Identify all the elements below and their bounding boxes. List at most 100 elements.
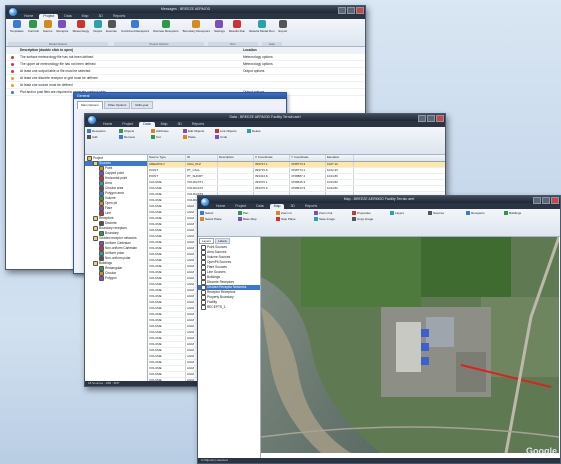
ribbon-button[interactable]: Base Map — [238, 216, 276, 222]
ribbon-button[interactable]: Select Place — [200, 216, 238, 222]
table-cell[interactable]: VOLUME — [148, 204, 186, 209]
table-cell[interactable]: VOLUME — [148, 198, 186, 203]
minimize-icon[interactable] — [338, 7, 346, 14]
close-icon[interactable] — [436, 115, 444, 122]
table-cell[interactable]: VOLRGST2 — [186, 186, 218, 191]
ribbon-button[interactable]: Add — [87, 134, 119, 140]
table-cell[interactable]: POINT — [148, 168, 186, 173]
table-cell[interactable]: VOLUME — [148, 234, 186, 239]
ribbon-button[interactable]: Templates — [10, 20, 24, 33]
tab-multi-year[interactable]: Multi-year — [131, 101, 153, 109]
table-cell[interactable]: VOLUME — [148, 336, 186, 341]
ribbon-button[interactable]: Source — [43, 20, 52, 33]
table-cell[interactable]: VOLUME — [148, 252, 186, 257]
ribbon-button[interactable]: Cut — [151, 134, 183, 140]
table-cell[interactable]: VOLUME — [148, 318, 186, 323]
table-cell[interactable]: VOLUME — [148, 324, 186, 329]
table-cell[interactable]: VOLUME — [148, 192, 186, 197]
table-cell[interactable]: 393715.6 — [254, 168, 290, 173]
maximize-icon[interactable] — [542, 197, 550, 204]
table-cell[interactable]: CHG_PLZ — [186, 162, 218, 167]
table-cell[interactable]: VOLUME — [148, 348, 186, 353]
ribbon-button[interactable]: Results Model Run — [249, 20, 275, 33]
table-cell[interactable] — [218, 186, 254, 191]
table-cell[interactable]: VOLUME — [148, 264, 186, 269]
ribbon-button[interactable]: Meteorology — [73, 20, 89, 33]
ribbon-button[interactable]: Execute — [106, 20, 117, 33]
message-row[interactable]: The surface meteorology file has not bee… — [6, 54, 365, 61]
ribbon-button[interactable]: Remove — [119, 134, 151, 140]
ribbon-button[interactable]: Receptors — [466, 210, 504, 216]
table-cell[interactable]: VOLUME — [148, 306, 186, 311]
table-cell[interactable]: VOLUME — [148, 342, 186, 347]
table-cell[interactable] — [218, 162, 254, 167]
table-cell[interactable] — [218, 174, 254, 179]
table-cell[interactable]: VOLUME — [148, 372, 186, 377]
column-header[interactable]: X Coordinate — [254, 155, 290, 161]
table-cell[interactable]: 393727.1 — [254, 162, 290, 167]
table-cell[interactable]: VOLUME — [148, 258, 186, 263]
table-cell[interactable]: VOLUME — [148, 240, 186, 245]
tab-layers[interactable]: Layers — [199, 238, 215, 244]
tab-main-options[interactable]: Main Options — [77, 101, 103, 109]
column-header[interactable]: Elevation — [326, 155, 354, 161]
table-cell[interactable]: PT_SHORT — [186, 174, 218, 179]
table-cell[interactable]: VOLUME — [148, 294, 186, 299]
table-cell[interactable]: AREAPOLY — [148, 162, 186, 167]
minimize-icon[interactable] — [418, 115, 426, 122]
layer-checkbox[interactable] — [201, 305, 206, 310]
ribbon-button[interactable]: Save Image — [314, 216, 352, 222]
table-cell[interactable]: 4768887.4 — [290, 174, 326, 179]
table-cell[interactable]: VOLUME — [148, 360, 186, 365]
ribbon-button[interactable]: Combined Receptors — [121, 20, 149, 33]
table-cell[interactable]: 1027.12 — [326, 162, 354, 167]
table-cell[interactable]: VOLUME — [148, 330, 186, 335]
table-cell[interactable]: 4768625.3 — [290, 180, 326, 185]
ribbon-button[interactable]: Controls — [28, 20, 39, 33]
message-row[interactable]: At least one discrete receptor or grid m… — [6, 75, 365, 82]
table-cell[interactable]: VOLUME — [148, 210, 186, 215]
table-cell[interactable]: 1044.82 — [326, 180, 354, 185]
tree-node[interactable]: Polygon — [85, 276, 147, 281]
close-icon[interactable] — [551, 197, 559, 204]
table-cell[interactable]: 393434.9 — [254, 174, 290, 179]
table-cell[interactable]: VOLUME — [148, 270, 186, 275]
table-cell[interactable]: 4768774.1 — [290, 168, 326, 173]
table-cell[interactable]: VOLUME — [148, 288, 186, 293]
ribbon-button[interactable]: Copy Image — [352, 216, 390, 222]
ribbon-button[interactable]: Undo — [215, 134, 247, 140]
ribbon-button[interactable]: Receptor — [56, 20, 69, 33]
ribbon-button[interactable]: Settings — [214, 20, 225, 33]
column-header[interactable]: Description — [218, 155, 254, 161]
column-header[interactable]: ID — [186, 155, 218, 161]
tab-other-options[interactable]: Other Options — [103, 101, 131, 109]
table-cell[interactable]: VOLUME — [148, 300, 186, 305]
table-cell[interactable]: 4768773.3 — [290, 162, 326, 167]
table-cell[interactable]: VOLUME — [148, 282, 186, 287]
table-cell[interactable]: VOLUME — [148, 180, 186, 185]
ribbon-button[interactable]: Stop Place — [276, 216, 314, 222]
table-cell[interactable]: VOLUME — [148, 276, 186, 281]
table-cell[interactable]: POINT — [148, 174, 186, 179]
satellite-map[interactable]: Google — [261, 237, 560, 458]
message-row[interactable]: The upper air meteorology file has not b… — [6, 61, 365, 68]
table-cell[interactable]: 1022.33 — [326, 168, 354, 173]
ribbon-button[interactable]: Sources — [428, 210, 466, 216]
ribbon-button[interactable]: Delete — [247, 128, 279, 134]
table-cell[interactable]: 4768613.9 — [290, 186, 326, 191]
ribbon-button[interactable]: Paste — [183, 134, 215, 140]
table-cell[interactable]: VOLRGST1 — [186, 180, 218, 185]
ribbon-button[interactable]: Buildings — [504, 210, 542, 216]
table-cell[interactable] — [218, 168, 254, 173]
maximize-icon[interactable] — [347, 7, 355, 14]
layer-item[interactable]: RECEPTS_1 — [198, 305, 260, 310]
ribbon-button[interactable]: Results Run — [229, 20, 245, 33]
ribbon-button[interactable]: Layers — [390, 210, 428, 216]
minimize-icon[interactable] — [533, 197, 541, 204]
table-cell[interactable]: 1044.86 — [326, 174, 354, 179]
table-cell[interactable] — [218, 180, 254, 185]
table-cell[interactable]: VOLUME — [148, 354, 186, 359]
close-icon[interactable] — [356, 7, 364, 14]
column-header[interactable]: Y Coordinate — [290, 155, 326, 161]
tab-labels[interactable]: Labels — [215, 238, 230, 244]
